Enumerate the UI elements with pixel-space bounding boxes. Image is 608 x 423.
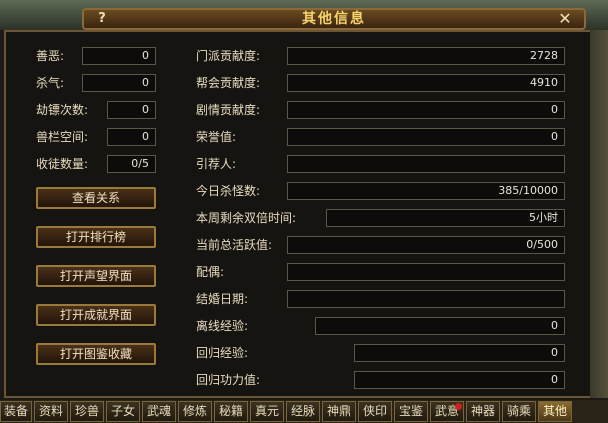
activity-label: 当前总活跃值:	[196, 238, 273, 252]
side-decoration	[590, 30, 608, 398]
wedding-date-value	[287, 290, 565, 308]
open-ranking-button[interactable]: 打开排行榜	[36, 226, 156, 248]
killing-intent-label: 杀气:	[36, 76, 65, 90]
bottom-tab-bar: 装备 资料 珍兽 子女 武魂 修炼 秘籍 真元 经脉 神鼎 侠印 宝鉴 武意 神…	[0, 400, 608, 423]
tab-children[interactable]: 子女	[106, 401, 140, 422]
sect-contribution-value: 2728	[287, 47, 565, 65]
offline-exp-label: 离线经验:	[196, 319, 249, 333]
guild-contribution-label: 帮会贡献度:	[196, 76, 261, 90]
tab-true-essence[interactable]: 真元	[250, 401, 284, 422]
tab-hero-seal[interactable]: 侠印	[358, 401, 392, 422]
close-icon[interactable]: ✕	[554, 10, 576, 28]
double-exp-time-label: 本周剩余双倍时间:	[196, 211, 297, 225]
apprentice-count-value: 0/5	[107, 155, 156, 173]
killing-intent-value: 0	[82, 74, 156, 92]
view-relations-button[interactable]: 查看关系	[36, 187, 156, 209]
escort-robbery-label: 劫镖次数:	[36, 103, 89, 117]
tab-cultivation[interactable]: 修炼	[178, 401, 212, 422]
honor-label: 荣誉值:	[196, 130, 237, 144]
spouse-value	[287, 263, 565, 281]
karma-label: 善恶:	[36, 49, 65, 63]
story-contribution-label: 剧情贡献度:	[196, 103, 261, 117]
story-contribution-value: 0	[287, 101, 565, 119]
return-exp-value: 0	[354, 344, 565, 362]
return-exp-label: 回归经验:	[196, 346, 249, 360]
title-bar[interactable]: 其他信息	[82, 8, 586, 30]
other-info-window: 其他信息 ? ✕ 善恶: 0 杀气: 0 劫镖次数: 0 兽栏空间: 0 收徒数…	[0, 0, 608, 423]
notification-dot-icon	[455, 403, 462, 410]
guild-contribution-value: 4910	[287, 74, 565, 92]
daily-kills-value: 385/10000	[287, 182, 565, 200]
double-exp-time-value: 5小时	[326, 209, 565, 227]
honor-value: 0	[287, 128, 565, 146]
spouse-label: 配偶:	[196, 265, 225, 279]
tab-treasure-mirror[interactable]: 宝鉴	[394, 401, 428, 422]
activity-value: 0/500	[287, 236, 565, 254]
open-reputation-button[interactable]: 打开声望界面	[36, 265, 156, 287]
wedding-date-label: 结婚日期:	[196, 292, 249, 306]
karma-value: 0	[82, 47, 156, 65]
return-power-label: 回归功力值:	[196, 373, 261, 387]
window-title: 其他信息	[302, 11, 366, 27]
tab-profile[interactable]: 资料	[34, 401, 68, 422]
tab-secret-books[interactable]: 秘籍	[214, 401, 248, 422]
sect-contribution-label: 门派贡献度:	[196, 49, 261, 63]
referrer-value	[287, 155, 565, 173]
referrer-label: 引荐人:	[196, 157, 237, 171]
tab-divine-weapon[interactable]: 神器	[466, 401, 500, 422]
tab-divine-cauldron[interactable]: 神鼎	[322, 401, 356, 422]
pet-space-value: 0	[107, 128, 156, 146]
open-achievement-button[interactable]: 打开成就界面	[36, 304, 156, 326]
return-power-value: 0	[354, 371, 565, 389]
tab-mounts[interactable]: 骑乘	[502, 401, 536, 422]
help-icon[interactable]: ?	[92, 10, 112, 28]
pet-space-label: 兽栏空间:	[36, 130, 89, 144]
tab-martial-soul[interactable]: 武魂	[142, 401, 176, 422]
daily-kills-label: 今日杀怪数:	[196, 184, 261, 198]
escort-robbery-value: 0	[107, 101, 156, 119]
tab-equipment[interactable]: 装备	[0, 401, 32, 422]
apprentice-count-label: 收徒数量:	[36, 157, 89, 171]
offline-exp-value: 0	[315, 317, 565, 335]
tab-pets[interactable]: 珍兽	[70, 401, 104, 422]
tab-meridians[interactable]: 经脉	[286, 401, 320, 422]
open-collection-button[interactable]: 打开图鉴收藏	[36, 343, 156, 365]
tab-martial-intent[interactable]: 武意	[430, 401, 464, 422]
tab-other[interactable]: 其他	[538, 401, 572, 422]
